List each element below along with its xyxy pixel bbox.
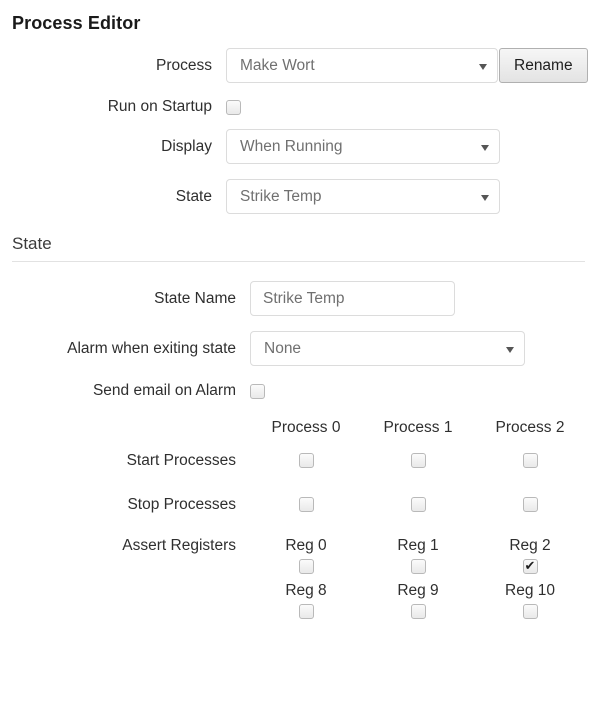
state-name-label: State Name bbox=[154, 289, 236, 307]
state-name-row: State Name bbox=[6, 281, 585, 316]
process-label: Process bbox=[156, 56, 212, 74]
start-processes-label: Start Processes bbox=[126, 452, 236, 469]
alarm-control: None bbox=[250, 331, 585, 366]
start-process-0-cell bbox=[250, 452, 362, 470]
display-select-value: When Running bbox=[240, 137, 343, 155]
send-email-row: Send email on Alarm bbox=[6, 382, 585, 400]
display-label: Display bbox=[161, 137, 212, 155]
register-2-cell bbox=[474, 557, 586, 576]
stop-process-0-cell bbox=[250, 496, 362, 514]
process-select-value: Make Wort bbox=[240, 56, 315, 74]
alarm-label: Alarm when exiting state bbox=[67, 339, 236, 357]
register-1-cell bbox=[362, 558, 474, 576]
process-columns-header: Process 0 Process 1 Process 2 bbox=[250, 419, 586, 437]
assert-registers-grid: Reg 0 Reg 1 Reg 2 ✔ Reg 8 Reg 9 Reg 10 bbox=[250, 536, 586, 621]
stop-process-2-checkbox[interactable] bbox=[522, 497, 538, 513]
start-processes-row: Start Processes bbox=[6, 452, 585, 470]
state-name-input[interactable] bbox=[250, 281, 455, 316]
stop-process-1-cell bbox=[362, 496, 474, 514]
register-0-label: Reg 0 bbox=[285, 537, 327, 554]
state-name-control bbox=[250, 281, 585, 316]
chevron-down-icon bbox=[481, 144, 489, 151]
process-editor-page: Process Editor Process Make Wort Rename … bbox=[0, 12, 591, 709]
stop-processes-checkboxes bbox=[250, 496, 586, 514]
register-0-cell bbox=[250, 558, 362, 576]
assert-registers-row: Assert Registers Reg 0 Reg 1 Reg 2 ✔ Reg… bbox=[6, 536, 585, 621]
chevron-down-icon bbox=[506, 346, 514, 353]
display-select[interactable]: When Running bbox=[226, 129, 500, 164]
register-2-label: Reg 2 bbox=[509, 537, 551, 554]
register-row-1-labels: Reg 0 Reg 1 Reg 2 bbox=[250, 536, 586, 556]
run-on-startup-row: Run on Startup bbox=[6, 98, 585, 116]
process-row: Process Make Wort Rename bbox=[6, 48, 588, 83]
chevron-down-icon bbox=[479, 63, 487, 70]
stop-process-0-checkbox[interactable] bbox=[298, 497, 314, 513]
process-columns-header-row: Process 0 Process 1 Process 2 bbox=[6, 419, 585, 437]
register-0-checkbox[interactable] bbox=[298, 559, 314, 575]
display-row: Display When Running bbox=[6, 129, 585, 164]
alarm-select[interactable]: None bbox=[250, 331, 525, 366]
register-10-checkbox[interactable] bbox=[522, 604, 538, 620]
register-1-label: Reg 1 bbox=[397, 537, 439, 554]
register-9-checkbox[interactable] bbox=[410, 604, 426, 620]
register-8-cell bbox=[250, 603, 362, 621]
state-row: State Strike Temp bbox=[6, 179, 585, 214]
register-8-checkbox[interactable] bbox=[298, 604, 314, 620]
stop-process-1-checkbox[interactable] bbox=[410, 497, 426, 513]
state-settings-block: State Name Alarm when exiting state None… bbox=[6, 281, 585, 621]
start-processes-checkboxes bbox=[250, 452, 586, 470]
start-process-2-checkbox[interactable] bbox=[522, 453, 538, 469]
process-column-0-header: Process 0 bbox=[271, 419, 341, 436]
state-select[interactable]: Strike Temp bbox=[226, 179, 500, 214]
register-1-checkbox[interactable] bbox=[410, 559, 426, 575]
start-process-0-checkbox[interactable] bbox=[298, 453, 314, 469]
register-10-label: Reg 10 bbox=[505, 582, 555, 599]
process-control-group: Make Wort Rename bbox=[226, 48, 588, 83]
state-control: Strike Temp bbox=[226, 179, 585, 214]
process-select[interactable]: Make Wort bbox=[226, 48, 498, 83]
page-title: Process Editor bbox=[12, 13, 141, 33]
register-row-1-checkboxes bbox=[250, 557, 586, 576]
start-process-2-cell bbox=[474, 452, 586, 470]
run-on-startup-label: Run on Startup bbox=[107, 98, 212, 115]
process-column-2-header: Process 2 bbox=[495, 419, 565, 436]
start-process-1-cell bbox=[362, 452, 474, 470]
send-email-label: Send email on Alarm bbox=[92, 382, 236, 399]
state-select-value: Strike Temp bbox=[240, 187, 322, 205]
assert-registers-label: Assert Registers bbox=[122, 537, 236, 554]
send-email-control bbox=[250, 383, 585, 399]
send-email-checkbox[interactable] bbox=[250, 383, 265, 399]
stop-processes-label: Stop Processes bbox=[127, 496, 236, 513]
chevron-down-icon bbox=[481, 194, 489, 201]
process-column-1-header: Process 1 bbox=[383, 419, 453, 436]
state-section-header: State bbox=[12, 234, 585, 262]
register-8-label: Reg 8 bbox=[285, 582, 327, 599]
register-row-2-labels: Reg 8 Reg 9 Reg 10 bbox=[250, 581, 586, 601]
register-9-label: Reg 9 bbox=[397, 582, 439, 599]
alarm-select-value: None bbox=[264, 339, 302, 357]
register-row-2-checkboxes bbox=[250, 603, 586, 621]
alarm-row: Alarm when exiting state None bbox=[6, 331, 585, 366]
start-process-1-checkbox[interactable] bbox=[410, 453, 426, 469]
register-9-cell bbox=[362, 603, 474, 621]
stop-process-2-cell bbox=[474, 496, 586, 514]
stop-processes-row: Stop Processes bbox=[6, 496, 585, 514]
run-on-startup-checkbox[interactable] bbox=[226, 99, 241, 115]
run-on-startup-control bbox=[226, 99, 585, 115]
register-10-cell bbox=[474, 603, 586, 621]
rename-button[interactable]: Rename bbox=[499, 48, 588, 83]
state-label: State bbox=[175, 187, 212, 205]
process-settings-block: Process Make Wort Rename Run on Startup … bbox=[6, 48, 588, 214]
display-control: When Running bbox=[226, 129, 585, 164]
register-2-checkbox[interactable] bbox=[522, 557, 538, 575]
